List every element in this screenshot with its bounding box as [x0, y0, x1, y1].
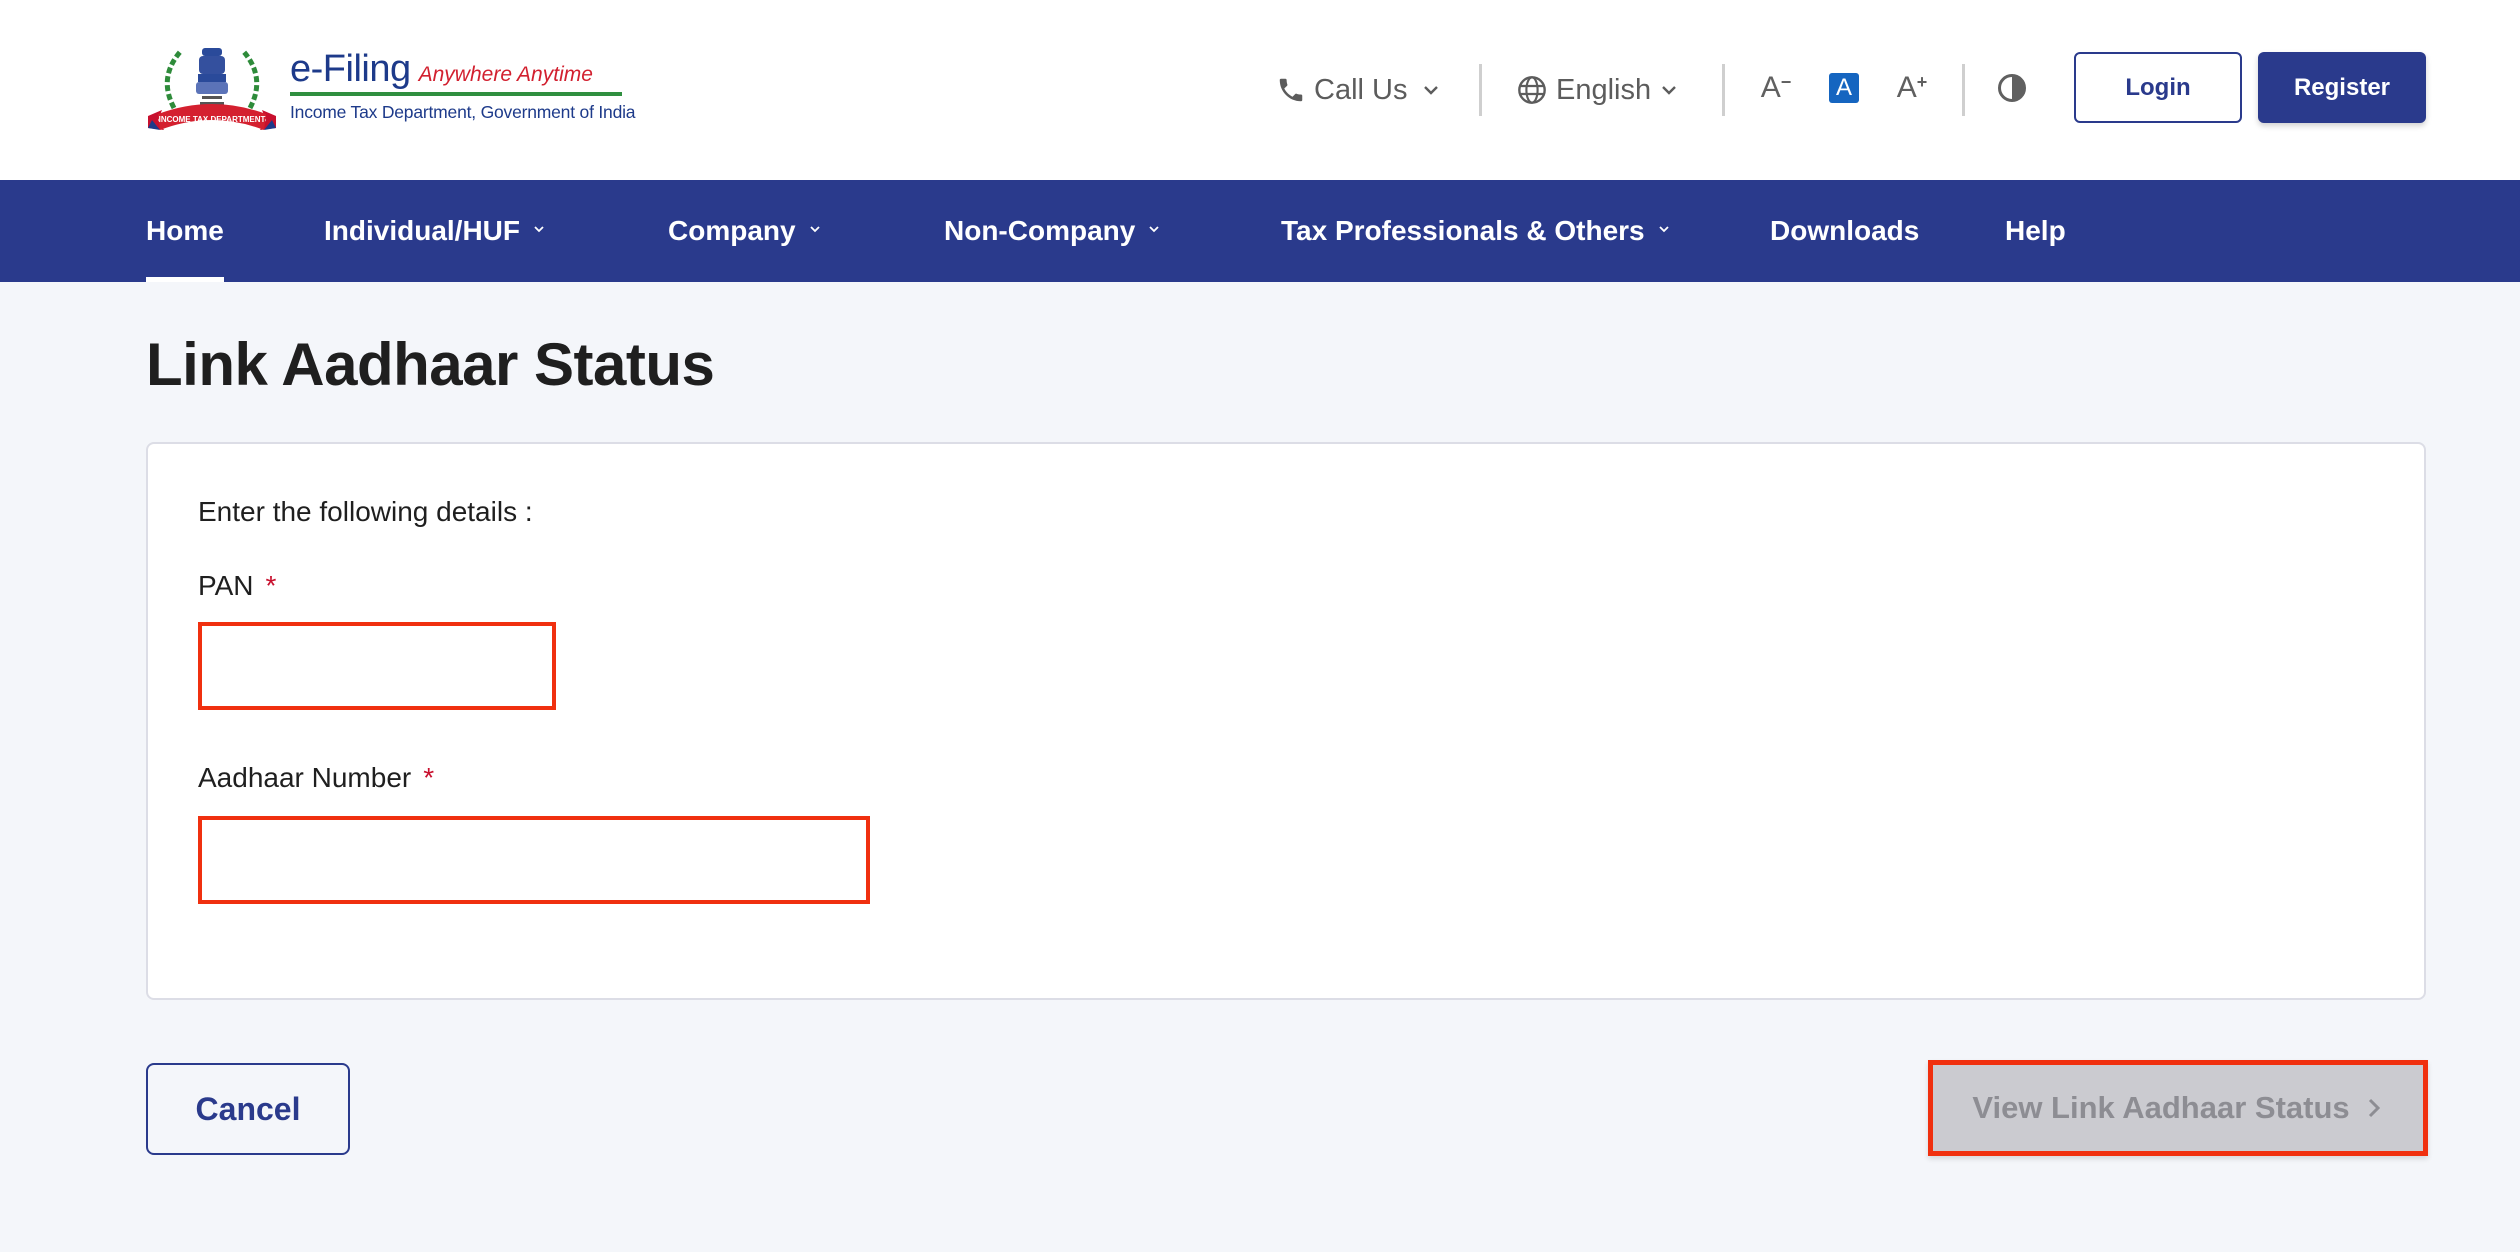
divider: [1479, 64, 1482, 116]
call-us-label: Call Us: [1314, 73, 1408, 106]
aadhaar-number-input[interactable]: [198, 816, 870, 904]
chevron-down-icon: [1424, 86, 1439, 95]
efiling-logo[interactable]: INCOME TAX DEPARTMENT e-Filing Anywhere …: [144, 38, 636, 138]
cancel-button[interactable]: Cancel: [146, 1063, 350, 1155]
language-label: English: [1556, 73, 1652, 106]
form-instructions: Enter the following details :: [198, 496, 533, 527]
chevron-down-icon: [1662, 86, 1676, 95]
logo-title: e-Filing: [290, 48, 411, 90]
chevron-down-icon: [1149, 226, 1159, 233]
chevron-right-icon: [2368, 1098, 2380, 1118]
nav-item-home[interactable]: Home: [146, 180, 224, 282]
view-link-aadhaar-status-button[interactable]: View Link Aadhaar Status: [1928, 1060, 2428, 1156]
contrast-toggle-button[interactable]: [1992, 68, 2032, 108]
page-title: Link Aadhaar Status: [146, 331, 715, 398]
chevron-down-icon: [534, 226, 544, 233]
call-us-dropdown[interactable]: Call Us: [1276, 60, 1441, 120]
link-aadhaar-form-card: Enter the following details : PAN * Aadha…: [146, 442, 2426, 1000]
login-button[interactable]: Login: [2074, 52, 2242, 123]
register-button[interactable]: Register: [2258, 52, 2426, 123]
chevron-down-icon: [1658, 226, 1669, 233]
font-default-button[interactable]: A: [1829, 73, 1859, 103]
language-dropdown[interactable]: English: [1516, 60, 1679, 120]
income-tax-emblem-icon: INCOME TAX DEPARTMENT: [148, 48, 276, 130]
pan-label: PAN *: [198, 570, 277, 601]
contrast-icon: [1998, 74, 2026, 102]
chevron-down-icon: [809, 226, 820, 233]
nav-item-help[interactable]: Help: [2005, 180, 2066, 282]
required-marker: *: [423, 762, 435, 793]
aadhaar-number-label: Aadhaar Number *: [198, 762, 435, 793]
font-decrease-button[interactable]: A −: [1756, 68, 1796, 108]
active-indicator: [146, 277, 224, 282]
logo-tagline: Anywhere Anytime: [418, 63, 593, 86]
font-increase-button[interactable]: A +: [1892, 68, 1932, 108]
site-header: INCOME TAX DEPARTMENT e-Filing Anywhere …: [0, 0, 2520, 180]
nav-item-downloads[interactable]: Downloads: [1770, 180, 1919, 282]
nav-item-individual-huf[interactable]: Individual/HUF: [324, 180, 546, 282]
globe-icon: [1518, 76, 1546, 104]
view-status-label: View Link Aadhaar Status: [1972, 1090, 2350, 1125]
divider: [1722, 64, 1725, 116]
nav-item-non-company[interactable]: Non-Company: [944, 180, 1161, 282]
required-marker: *: [265, 570, 277, 601]
phone-icon: [1279, 78, 1303, 102]
pan-input[interactable]: [198, 622, 556, 710]
logo-text: e-Filing Anywhere Anytime Income Tax Dep…: [290, 48, 636, 123]
nav-item-tax-professionals[interactable]: Tax Professionals & Others: [1281, 180, 1671, 282]
logo-divider: [290, 92, 622, 96]
main-nav: Home Individual/HUF Company Non-Company …: [0, 180, 2520, 282]
svg-text:INCOME TAX DEPARTMENT: INCOME TAX DEPARTMENT: [159, 115, 266, 124]
nav-item-company[interactable]: Company: [668, 180, 822, 282]
divider: [1962, 64, 1965, 116]
logo-subtitle: Income Tax Department, Government of Ind…: [290, 102, 636, 122]
